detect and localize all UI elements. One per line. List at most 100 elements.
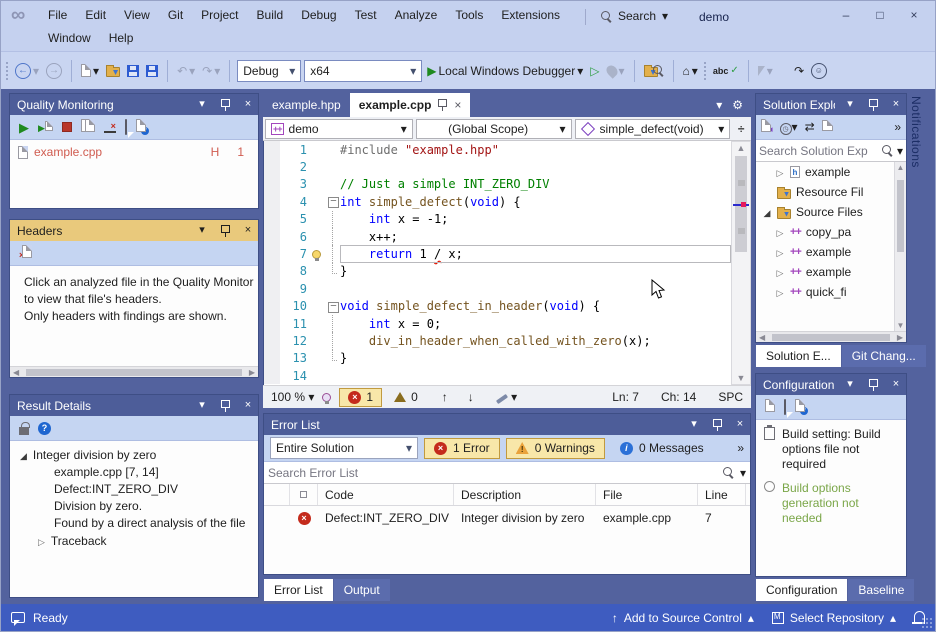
menu-item-help[interactable]: Help: [100, 27, 143, 49]
result-detail-item[interactable]: Found by a direct analysis of the file: [10, 515, 258, 532]
breakpoint-margin[interactable]: [264, 176, 280, 193]
documentation-icon[interactable]: [136, 119, 149, 135]
tree-item[interactable]: example: [756, 242, 906, 262]
run-file-analysis-icon[interactable]: [38, 120, 53, 134]
editor-vertical-scrollbar[interactable]: ▲ ▼: [731, 141, 751, 385]
project-dropdown[interactable]: demo: [265, 119, 413, 139]
menu-item-test[interactable]: Test: [346, 4, 386, 26]
menu-item-view[interactable]: View: [115, 4, 159, 26]
copy-results-icon[interactable]: [81, 119, 95, 135]
column-indicator[interactable]: Ch: 14: [661, 390, 696, 404]
solution-configuration-dropdown[interactable]: Debug: [237, 60, 301, 82]
pin-icon[interactable]: [217, 99, 233, 111]
breakpoint-margin[interactable]: [264, 211, 280, 228]
undo-button[interactable]: [175, 58, 197, 84]
pin-icon[interactable]: [217, 225, 233, 237]
close-icon[interactable]: [240, 400, 256, 411]
suggestion-lightbulb-icon[interactable]: [322, 393, 331, 402]
solution-search-input[interactable]: [759, 144, 882, 158]
breakpoint-margin[interactable]: [264, 141, 280, 158]
open-file-button[interactable]: [104, 58, 122, 84]
lock-icon[interactable]: [19, 427, 29, 435]
share-button[interactable]: [792, 58, 806, 84]
menu-item-extensions[interactable]: Extensions: [492, 4, 569, 26]
solution-platform-dropdown[interactable]: x64: [304, 60, 422, 82]
tab-list-dropdown-icon[interactable]: [716, 99, 722, 111]
errors-filter-button[interactable]: 1 Error: [424, 438, 500, 459]
breakpoint-margin[interactable]: [264, 315, 280, 332]
close-icon[interactable]: [888, 379, 904, 390]
traceback-node[interactable]: Traceback: [10, 532, 258, 550]
collapse-all-icon[interactable]: [822, 120, 833, 134]
code-cleanup-button[interactable]: [496, 390, 517, 404]
pin-icon[interactable]: [217, 400, 233, 412]
code-line[interactable]: 13}: [264, 350, 731, 367]
code-line[interactable]: 1#include "example.hpp": [264, 141, 731, 158]
analyzed-file-row[interactable]: example.cpp H 1: [10, 140, 258, 164]
gear-icon[interactable]: [732, 99, 743, 111]
breakpoint-margin[interactable]: [264, 367, 280, 384]
navigate-back-button[interactable]: [13, 58, 41, 84]
code-line[interactable]: 8}: [264, 263, 731, 280]
result-detail-item[interactable]: Division by zero.: [10, 498, 258, 515]
window-position-icon[interactable]: [842, 99, 858, 110]
member-dropdown[interactable]: simple_defect(void): [575, 119, 731, 139]
menu-item-analyze[interactable]: Analyze: [386, 4, 447, 26]
line-indicator[interactable]: Ln: 7: [612, 390, 639, 404]
code-editor[interactable]: 1#include "example.hpp"23// Just a simpl…: [263, 141, 731, 385]
menu-item-window[interactable]: Window: [39, 27, 100, 49]
result-detail-item[interactable]: example.cpp [7, 14]: [10, 464, 258, 481]
new-project-button[interactable]: [79, 58, 101, 84]
code-line[interactable]: 2: [264, 158, 731, 175]
window-position-icon[interactable]: [686, 419, 702, 430]
close-button[interactable]: [897, 3, 931, 27]
tab-git-changes[interactable]: Git Chang...: [842, 345, 926, 367]
menu-item-build[interactable]: Build: [248, 4, 293, 26]
error-list-titlebar[interactable]: Error List: [264, 414, 750, 435]
headers-horizontal-scrollbar[interactable]: ◀▶: [10, 366, 258, 377]
breakpoint-margin[interactable]: [264, 332, 280, 349]
result-details-titlebar[interactable]: Result Details: [10, 395, 258, 416]
resize-grip[interactable]: [921, 617, 933, 629]
tab-example-hpp[interactable]: example.hpp: [263, 93, 350, 117]
tab-error-list[interactable]: Error List: [264, 579, 333, 601]
breakpoint-margin[interactable]: [264, 228, 280, 245]
menu-item-file[interactable]: File: [39, 4, 76, 26]
menu-item-project[interactable]: Project: [192, 4, 247, 26]
column-header-code[interactable]: Code: [318, 484, 454, 505]
severity-column-header[interactable]: [290, 484, 318, 505]
collapsed-arrow-icon[interactable]: [775, 226, 785, 238]
column-header-description[interactable]: Description: [454, 484, 596, 505]
result-detail-item[interactable]: Defect:INT_ZERO_DIV: [10, 481, 258, 498]
code-line[interactable]: 6 x++;: [264, 228, 731, 245]
expanded-arrow-icon[interactable]: [20, 449, 27, 461]
menu-item-debug[interactable]: Debug: [292, 4, 345, 26]
close-icon[interactable]: [888, 99, 904, 110]
toolbar-grip[interactable]: [5, 61, 10, 81]
toolbar-overflow-icon[interactable]: [737, 442, 744, 454]
redo-button[interactable]: [200, 58, 222, 84]
menu-item-git[interactable]: Git: [159, 4, 192, 26]
clear-headers-icon[interactable]: ×: [19, 245, 32, 261]
clear-results-icon[interactable]: ×: [104, 121, 116, 133]
chevron-down-icon[interactable]: [897, 145, 903, 157]
code-line[interactable]: 5 int x = -1;: [264, 211, 731, 228]
collapsed-arrow-icon[interactable]: [775, 286, 785, 298]
quality-monitoring-titlebar[interactable]: Quality Monitoring: [10, 94, 258, 115]
breakpoint-margin[interactable]: [264, 193, 280, 210]
notifications-tab[interactable]: Notifications: [909, 96, 923, 168]
tab-solution-explorer[interactable]: Solution E...: [756, 345, 841, 367]
breakpoint-margin[interactable]: [264, 298, 280, 315]
tree-item[interactable]: copy_pa: [756, 222, 906, 242]
close-icon[interactable]: [240, 225, 256, 236]
pin-tab-icon[interactable]: [438, 99, 447, 111]
spaces-indicator[interactable]: SPC: [718, 390, 743, 404]
scope-dropdown[interactable]: (Global Scope): [416, 119, 572, 139]
close-icon[interactable]: [732, 419, 748, 430]
breakpoint-margin[interactable]: [264, 350, 280, 367]
collapsed-arrow-icon[interactable]: [38, 535, 45, 547]
solution-explorer-search[interactable]: [756, 140, 906, 162]
navigate-forward-button[interactable]: [44, 58, 64, 84]
solution-tree-scrollbar[interactable]: ▲▼: [894, 162, 906, 331]
run-analysis-icon[interactable]: [19, 121, 29, 134]
